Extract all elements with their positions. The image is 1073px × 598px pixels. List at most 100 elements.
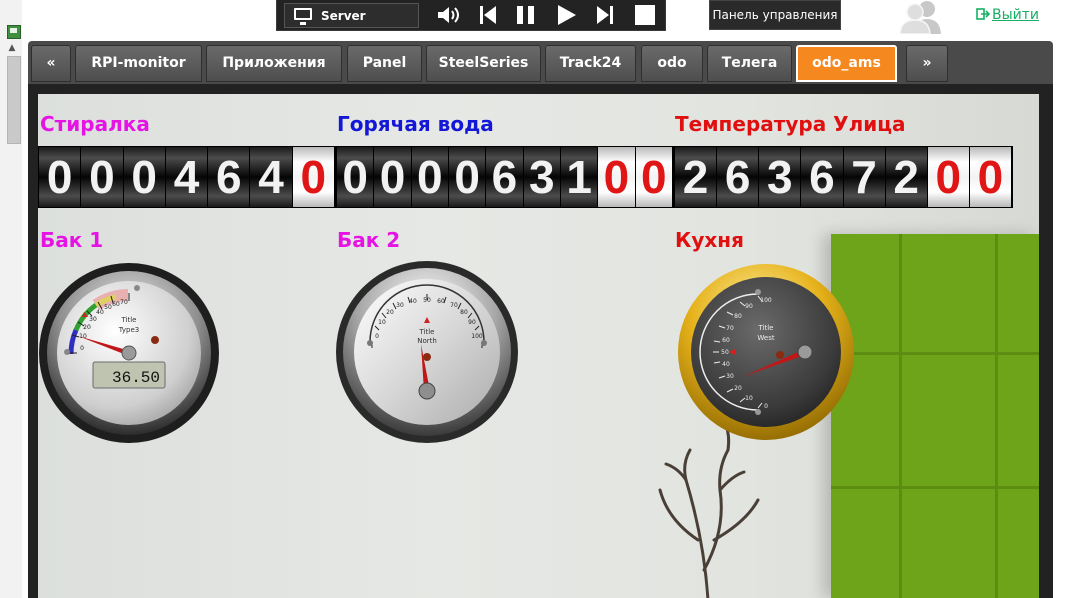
tick-label: 50 — [423, 297, 431, 304]
gauge-tank1: 0 10 20 30 40 50 60 70 Title Type3 36.50 — [38, 262, 220, 444]
odometer-digit: 0 — [81, 147, 124, 207]
odometer-outdoor-temp: 26367200 — [674, 146, 1013, 208]
gauge-dial-title: Title — [757, 324, 773, 332]
site-favicon-icon — [7, 25, 21, 39]
gauge-kitchen: 0 10 20 30 40 50 60 70 80 90 100 Title W… — [674, 260, 858, 444]
odometer-digit: 6 — [486, 147, 524, 207]
counter-title-outdoor-temp: Температура Улица — [675, 112, 906, 136]
previous-track-icon[interactable] — [476, 4, 500, 26]
tab-applications[interactable]: Приложения — [206, 45, 342, 82]
gauge-title-text: Кухня — [675, 228, 744, 252]
play-icon[interactable] — [555, 4, 579, 26]
server-label: Server — [321, 9, 366, 23]
odometer-digit: 0 — [123, 147, 166, 207]
tick-label: 20 — [734, 385, 742, 392]
stop-icon[interactable] — [634, 4, 658, 26]
tick-label: 50 — [721, 349, 729, 356]
gauge-title-kitchen: Кухня — [675, 228, 744, 252]
odometer-digit: 0 — [448, 147, 487, 207]
tick-label: 90 — [745, 303, 753, 310]
tick-label: 0 — [764, 403, 768, 410]
tick-label: 0 — [80, 345, 84, 352]
logout-icon — [976, 8, 990, 20]
tick-label: 10 — [745, 395, 753, 402]
tick-label: 70 — [450, 302, 458, 309]
tick-label: 80 — [734, 313, 742, 320]
odometer-digit: 2 — [885, 147, 928, 207]
odometer-digit: 6 — [801, 147, 844, 207]
counter-title-text: Температура Улица — [675, 112, 906, 136]
logout-link[interactable]: Выйти — [976, 7, 1039, 23]
tab-next[interactable]: » — [906, 45, 948, 82]
tab-rpi-monitor[interactable]: RPI-monitor — [75, 45, 202, 82]
tick-label: 40 — [722, 361, 730, 368]
monitor-icon — [294, 8, 312, 25]
tick-label: 100 — [760, 297, 772, 304]
tab-odo[interactable]: odo — [641, 45, 703, 82]
tick-label: 50 — [104, 304, 112, 311]
tick-label: 40 — [409, 298, 417, 305]
odometer-digit: 0 — [927, 147, 970, 207]
volume-icon[interactable] — [436, 4, 460, 26]
tick-label: 70 — [120, 299, 128, 306]
gauge-title-tank1: Бак 1 — [40, 228, 103, 252]
background-plant-icon — [658, 424, 760, 598]
odometer-digit: 0 — [39, 147, 82, 207]
lcd-value: 36.50 — [112, 369, 160, 387]
gauge-tank2: 0 10 20 30 40 50 60 70 80 90 100 Title N… — [335, 260, 519, 444]
tick-label: 20 — [83, 324, 91, 331]
tick-label: 40 — [96, 309, 104, 316]
odometer-digit: 1 — [560, 147, 599, 207]
counter-title-washer: Стиралка — [40, 112, 150, 136]
tick-label: 30 — [396, 302, 404, 309]
odometer-digit: 4 — [250, 147, 293, 207]
scroll-up-arrow-icon[interactable]: ▲ — [5, 41, 19, 55]
gauge-title-text: Бак 1 — [40, 228, 104, 252]
tab-steelseries[interactable]: SteelSeries — [426, 45, 541, 82]
odometer-digit: 0 — [635, 147, 673, 207]
tick-label: 100 — [471, 333, 483, 340]
background-green-wall — [831, 234, 1039, 598]
tick-label: 80 — [460, 309, 468, 316]
next-track-icon[interactable] — [594, 4, 618, 26]
odometer-digit: 0 — [969, 147, 1012, 207]
odometer-hot-water: 000063100 — [336, 146, 674, 208]
tick-label: 90 — [468, 319, 476, 326]
counter-title-text: Стиралка — [40, 112, 150, 136]
odometer-digit: 6 — [717, 147, 760, 207]
tick-label: 20 — [386, 309, 394, 316]
odometer-digit: 3 — [523, 147, 561, 207]
tab-track24[interactable]: Track24 — [545, 45, 636, 82]
tab-telega[interactable]: Телега — [707, 45, 792, 82]
gauge-title-text: Бак 2 — [337, 228, 401, 252]
gauge-title-tank2: Бак 2 — [337, 228, 400, 252]
scrollbar-thumb[interactable] — [7, 56, 21, 144]
tick-label: 60 — [112, 301, 120, 308]
users-icon[interactable] — [898, 0, 944, 35]
tick-label: 10 — [378, 319, 386, 326]
tick-label: 30 — [726, 373, 734, 380]
odometer-digit: 0 — [292, 147, 335, 207]
tab-prev[interactable]: « — [31, 45, 71, 82]
gauge-dial-unit: Type3 — [118, 326, 140, 334]
odometer-washer: 0004640 — [38, 146, 336, 208]
odometer-digit: 0 — [374, 147, 412, 207]
pause-icon[interactable] — [514, 4, 538, 26]
tick-label: 30 — [89, 316, 97, 323]
gauge-dial-unit: West — [757, 334, 774, 342]
odometer-digit: 3 — [759, 147, 802, 207]
tick-label: 0 — [375, 333, 379, 340]
tab-odo-ams[interactable]: odo_ams — [796, 45, 897, 82]
server-select-button[interactable]: Server — [284, 3, 419, 28]
tick-label: 60 — [437, 298, 445, 305]
gauge-dial-title: Title — [418, 328, 434, 336]
counter-title-text: Горячая вода — [337, 112, 494, 136]
odometer-digit: 7 — [843, 147, 886, 207]
odometer-digit: 0 — [411, 147, 449, 207]
tick-label: 60 — [722, 337, 730, 344]
control-panel-button[interactable]: Панель управления — [709, 0, 841, 30]
tab-panel[interactable]: Panel — [347, 45, 422, 82]
odometer-digit: 0 — [337, 147, 375, 207]
left-scrollbar-strip: ▲ — [0, 0, 22, 598]
odometer-digit: 4 — [165, 147, 209, 207]
